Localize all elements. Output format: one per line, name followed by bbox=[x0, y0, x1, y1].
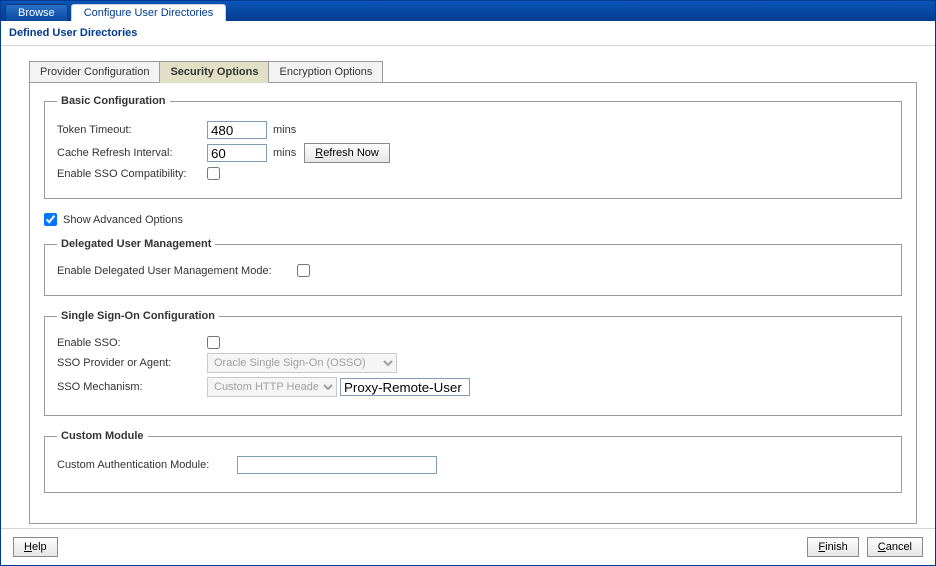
enable-sso-row: Enable SSO: bbox=[57, 336, 889, 349]
show-advanced-options-label: Show Advanced Options bbox=[63, 214, 183, 226]
tab-provider-label: Provider Configuration bbox=[40, 66, 149, 78]
sso-mechanism-label: SSO Mechanism: bbox=[57, 381, 207, 393]
sso-mechanism-select[interactable]: Custom HTTP Header bbox=[207, 377, 337, 397]
enable-sso-label: Enable SSO: bbox=[57, 337, 207, 349]
basic-configuration-legend: Basic Configuration bbox=[57, 95, 170, 107]
footer-bar: Help Finish Cancel bbox=[1, 528, 935, 565]
show-advanced-options-checkbox[interactable] bbox=[44, 213, 57, 226]
custom-module-group: Custom Module Custom Authentication Modu… bbox=[44, 430, 902, 493]
single-sign-on-group: Single Sign-On Configuration Enable SSO:… bbox=[44, 310, 902, 416]
body: Defined User Directories Provider Config… bbox=[1, 21, 935, 565]
tab-configure-label: Configure User Directories bbox=[84, 7, 214, 19]
app-window: Browse Configure User Directories Define… bbox=[0, 0, 936, 566]
sso-legend: Single Sign-On Configuration bbox=[57, 310, 219, 322]
tab-browse[interactable]: Browse bbox=[5, 4, 68, 21]
enable-delegated-checkbox[interactable] bbox=[297, 264, 310, 277]
help-button[interactable]: Help bbox=[13, 537, 58, 557]
tab-configure-user-directories[interactable]: Configure User Directories bbox=[71, 4, 227, 21]
inner-tabstrip: Provider Configuration Security Options … bbox=[29, 60, 917, 82]
enable-sso-compat-label: Enable SSO Compatibility: bbox=[57, 168, 207, 180]
tab-provider-configuration[interactable]: Provider Configuration bbox=[29, 61, 160, 83]
finish-button[interactable]: Finish bbox=[807, 537, 858, 557]
custom-auth-input[interactable] bbox=[237, 456, 437, 474]
enable-sso-compat-row: Enable SSO Compatibility: bbox=[57, 167, 889, 180]
title-bar: Browse Configure User Directories bbox=[1, 1, 935, 21]
sso-mechanism-row: SSO Mechanism: Custom HTTP Header bbox=[57, 377, 889, 397]
content-area: Provider Configuration Security Options … bbox=[1, 46, 935, 528]
security-options-panel: Basic Configuration Token Timeout: mins … bbox=[29, 82, 917, 524]
enable-delegated-row: Enable Delegated User Management Mode: bbox=[57, 264, 889, 277]
cache-refresh-unit: mins bbox=[273, 147, 296, 159]
tab-browse-label: Browse bbox=[18, 7, 55, 19]
page-title: Defined User Directories bbox=[1, 21, 935, 46]
enable-sso-compat-checkbox[interactable] bbox=[207, 167, 220, 180]
cache-refresh-row: Cache Refresh Interval: mins Refresh Now bbox=[57, 143, 889, 163]
tab-encryption-options[interactable]: Encryption Options bbox=[268, 61, 383, 83]
sso-mechanism-value-input[interactable] bbox=[340, 378, 470, 396]
custom-module-legend: Custom Module bbox=[57, 430, 148, 442]
custom-auth-row: Custom Authentication Module: bbox=[57, 456, 889, 474]
footer-right-group: Finish Cancel bbox=[807, 537, 923, 557]
cancel-button[interactable]: Cancel bbox=[867, 537, 923, 557]
sso-provider-row: SSO Provider or Agent: Oracle Single Sig… bbox=[57, 353, 889, 373]
sso-provider-label: SSO Provider or Agent: bbox=[57, 357, 207, 369]
delegated-legend: Delegated User Management bbox=[57, 238, 215, 250]
token-timeout-row: Token Timeout: mins bbox=[57, 121, 889, 139]
token-timeout-unit: mins bbox=[273, 124, 296, 136]
tab-security-label: Security Options bbox=[170, 66, 258, 78]
show-advanced-options-row[interactable]: Show Advanced Options bbox=[44, 213, 902, 226]
delegated-user-management-group: Delegated User Management Enable Delegat… bbox=[44, 238, 902, 296]
refresh-now-button[interactable]: Refresh Now bbox=[304, 143, 390, 163]
basic-configuration-group: Basic Configuration Token Timeout: mins … bbox=[44, 95, 902, 199]
tab-security-options[interactable]: Security Options bbox=[159, 61, 269, 83]
enable-sso-checkbox[interactable] bbox=[207, 336, 220, 349]
custom-auth-label: Custom Authentication Module: bbox=[57, 459, 237, 471]
token-timeout-input[interactable] bbox=[207, 121, 267, 139]
tab-encryption-label: Encryption Options bbox=[279, 66, 372, 78]
sso-provider-select[interactable]: Oracle Single Sign-On (OSSO) bbox=[207, 353, 397, 373]
cache-refresh-input[interactable] bbox=[207, 144, 267, 162]
cache-refresh-label: Cache Refresh Interval: bbox=[57, 147, 207, 159]
token-timeout-label: Token Timeout: bbox=[57, 124, 207, 136]
enable-delegated-label: Enable Delegated User Management Mode: bbox=[57, 265, 297, 277]
